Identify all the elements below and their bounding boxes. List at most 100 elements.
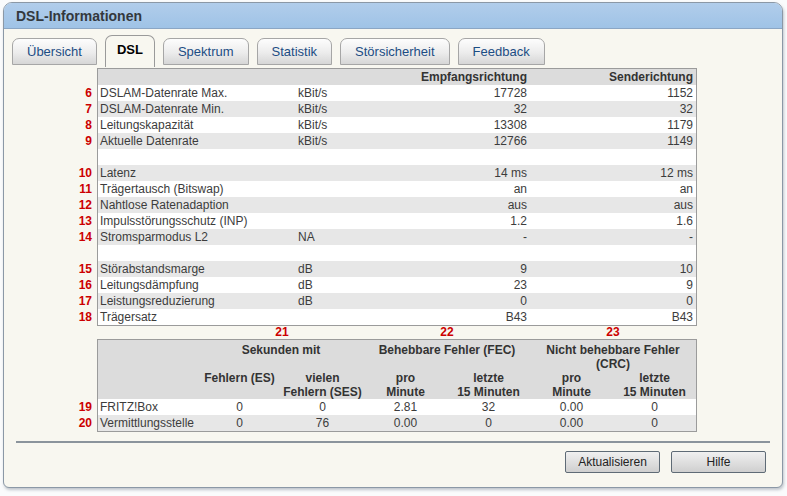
col-header-rx: Empfangsrichtung: [368, 69, 530, 85]
tab-spektrum[interactable]: Spektrum: [163, 38, 249, 65]
cell: Nahtlose Ratenadaption: [98, 197, 298, 213]
cell: 1.6: [530, 213, 696, 229]
title-bar: DSL-Informationen: [4, 3, 782, 29]
tab-statistik[interactable]: Statistik: [257, 38, 333, 65]
row-number-label: 8: [52, 117, 92, 133]
row-number-label: 11: [52, 181, 92, 197]
cell: NA: [298, 229, 368, 245]
cell: 17728: [368, 85, 530, 101]
cell: 0.00: [530, 399, 613, 415]
cell: Leitungsdämpfung: [98, 277, 298, 293]
tab-bar: Übersicht DSL Spektrum Statistik Störsicherh…: [4, 29, 782, 65]
row-number-label: 12: [52, 197, 92, 213]
table-row: 12Nahtlose Ratenadaptionausaus: [98, 197, 696, 213]
cell: 0: [198, 399, 281, 415]
error-table-group-header: Sekunden mitBehebbare Fehler (FEC)Nicht …: [98, 340, 696, 371]
cell: 23: [368, 277, 530, 293]
footer-divider: [16, 441, 770, 443]
cell: kBit/s: [298, 117, 368, 133]
cell: dB: [298, 293, 368, 309]
cell: 0: [613, 399, 696, 415]
cell: an: [368, 181, 530, 197]
table-row: 8LeitungskapazitätkBit/s133081179: [98, 117, 696, 133]
help-button[interactable]: Hilfe: [671, 451, 766, 473]
cell: Trägersatz: [98, 309, 298, 325]
group-header: Sekunden mit: [198, 343, 364, 371]
cell: aus: [530, 197, 696, 213]
tab-dsl[interactable]: DSL: [105, 35, 155, 67]
table-row: 15StörabstandsmargedB910: [98, 261, 696, 277]
cell: [298, 197, 368, 213]
table-row: 14Stromsparmodus L2NA--: [98, 229, 696, 245]
group-header: Behebbare Fehler (FEC): [364, 343, 530, 371]
cell: Leistungsreduzierung: [98, 293, 298, 309]
cell: 12766: [368, 133, 530, 149]
error-table-row: 20Vermittlungsstelle0760.0000.000: [98, 415, 696, 431]
table-row: 9Aktuelle DatenratekBit/s127661149: [98, 133, 696, 149]
row-number-label: 13: [52, 213, 92, 229]
cell: Trägertausch (Bitswap): [98, 181, 298, 197]
spacer-row: [98, 245, 696, 261]
cell: 10: [530, 261, 696, 277]
cell: DSLAM-Datenrate Min.: [98, 101, 298, 117]
row-number-label: 17: [52, 293, 92, 309]
cell: 0: [530, 293, 696, 309]
cell: 0: [368, 293, 530, 309]
row-number-label: 9: [52, 133, 92, 149]
cell: B43: [530, 309, 696, 325]
cell: [298, 181, 368, 197]
row-label: Vermittlungsstelle: [98, 415, 198, 431]
refresh-button[interactable]: Aktualisieren: [565, 451, 660, 473]
cell: an: [530, 181, 696, 197]
row-number-label: 15: [52, 261, 92, 277]
button-row: Aktualisieren Hilfe: [4, 451, 766, 473]
cell: Störabstandsmarge: [98, 261, 298, 277]
error-table-row: 19FRITZ!Box002.81320.000: [98, 399, 696, 415]
tab-feedback[interactable]: Feedback: [458, 38, 545, 65]
sub-header: letzte 15 Minuten: [447, 371, 530, 399]
cell: -: [368, 229, 530, 245]
table-row: 7DSLAM-Datenrate Min.kBit/s3232: [98, 101, 696, 117]
cell: 9: [530, 277, 696, 293]
table-row: 10Latenz14 ms12 ms: [98, 165, 696, 181]
cell: Stromsparmodus L2: [98, 229, 298, 245]
row-number-label: 6: [52, 85, 92, 101]
column-number-label: 21: [275, 326, 288, 339]
row-number-label: 7: [52, 101, 92, 117]
cell: dB: [298, 277, 368, 293]
cell: 32: [447, 399, 530, 415]
cell: 0.00: [364, 415, 447, 431]
cell: kBit/s: [298, 101, 368, 117]
dsl-info-window: DSL-Informationen Übersicht DSL Spektrum St…: [3, 2, 783, 488]
sub-header: vielen Fehlern (SES): [281, 371, 364, 399]
cell: 1.2: [368, 213, 530, 229]
table-row: 6DSLAM-Datenrate Max.kBit/s177281152: [98, 85, 696, 101]
table-row: 17LeistungsreduzierungdB00: [98, 293, 696, 309]
cell: 76: [281, 415, 364, 431]
row-number-label: 10: [52, 165, 92, 181]
cell: DSLAM-Datenrate Max.: [98, 85, 298, 101]
cell: Latenz: [98, 165, 298, 181]
table-header-row: EmpfangsrichtungSenderichtung: [98, 69, 696, 85]
cell: 1149: [530, 133, 696, 149]
table-row: 13Impulsstörungsschutz (INP)1.21.6: [98, 213, 696, 229]
tab-übersicht[interactable]: Übersicht: [12, 38, 97, 65]
cell: 9: [368, 261, 530, 277]
cell: B43: [368, 309, 530, 325]
tab-störsicherheit[interactable]: Störsicherheit: [340, 38, 449, 65]
page-title: DSL-Informationen: [16, 8, 142, 24]
spacer-row: [98, 149, 696, 165]
error-table-sub-header: Fehlern (ES) vielen Fehlern (SES) pro Min…: [98, 371, 696, 399]
cell: aus: [368, 197, 530, 213]
cell: 1179: [530, 117, 696, 133]
cell: 2.81: [364, 399, 447, 415]
cell: 32: [368, 101, 530, 117]
cell: 0: [198, 415, 281, 431]
row-number-label: 20: [52, 415, 92, 431]
col-header-tx: Senderichtung: [530, 69, 696, 85]
cell: 0.00: [530, 415, 613, 431]
sub-header: pro Minute: [530, 371, 613, 399]
cell: Impulsstörungsschutz (INP): [98, 213, 298, 229]
sub-header: Fehlern (ES): [198, 371, 281, 399]
dsl-parameters-table: EmpfangsrichtungSenderichtung6DSLAM-Date…: [97, 68, 697, 326]
